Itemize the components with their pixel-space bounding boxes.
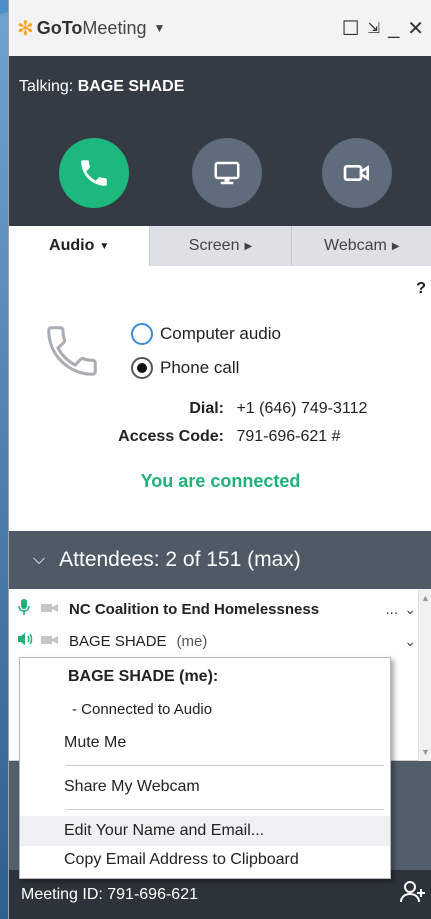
caret-down-icon[interactable]: ▼ (153, 21, 165, 35)
tab-audio[interactable]: Audio ▼ (9, 226, 151, 266)
title-bar: ✻ GoTo Meeting ▼ ☐ ⇲ _ ✕ (9, 0, 431, 56)
caret-right-icon: ▶ (391, 240, 400, 252)
scroll-down-icon[interactable]: ▼ (421, 747, 430, 757)
copy-email-item[interactable]: Copy Email Address to Clipboard (20, 851, 390, 869)
logo-meeting-text: Meeting (82, 17, 147, 38)
menu-audio-status: - Connected to Audio (72, 701, 213, 718)
gotomeeting-window: ✻ GoTo Meeting ▼ ☐ ⇲ _ ✕ Talking: BAGE S… (8, 0, 431, 919)
phone-call-option[interactable]: Phone call (131, 357, 239, 379)
app-logo[interactable]: ✻ GoTo Meeting ▼ (17, 16, 165, 41)
phone-handset-icon (47, 326, 97, 376)
list-item[interactable]: BAGE SHADE (me) ⌄ (9, 625, 431, 657)
camera-off-icon (41, 601, 63, 618)
ellipsis: ... (385, 600, 398, 618)
audio-panel: ? Computer audio Phone call Dial: +1 (64… (9, 266, 431, 531)
tab-webcam-label: Webcam (324, 237, 387, 254)
attendee-context-menu: BAGE SHADE (me): - Connected to Audio Mu… (19, 657, 391, 879)
access-code-label: Access Code: (118, 428, 224, 445)
menu-divider (66, 809, 384, 810)
dial-number: +1 (646) 749-3112 (236, 400, 368, 417)
chevron-down-icon[interactable]: ⌵ (33, 551, 45, 569)
computer-audio-radio[interactable] (131, 323, 153, 345)
menu-title: BAGE SHADE (me): (68, 668, 219, 685)
speaker-icon (17, 631, 37, 651)
chevron-down-icon[interactable]: ⌄ (404, 601, 416, 618)
computer-audio-option[interactable]: Computer audio (131, 323, 281, 345)
tab-audio-label: Audio (49, 237, 95, 254)
menu-divider (66, 765, 384, 766)
phone-call-radio[interactable] (131, 357, 153, 379)
talking-indicator: Talking: BAGE SHADE (19, 78, 184, 96)
share-webcam-item[interactable]: Share My Webcam (20, 778, 390, 796)
audio-button[interactable] (59, 138, 129, 208)
edit-name-email-item[interactable]: Edit Your Name and Email... (20, 816, 390, 846)
help-button[interactable]: ? (416, 280, 426, 298)
caret-down-icon: ▼ (99, 240, 110, 252)
logo-goto-text: GoTo (36, 17, 83, 38)
mode-tabs: Audio ▼ Screen ▶ Webcam ▶ (9, 226, 431, 266)
scroll-up-icon[interactable]: ▲ (421, 593, 430, 603)
access-code-value: 791-696-621 # (236, 428, 341, 445)
talking-name: BAGE SHADE (77, 78, 185, 95)
phone-call-label: Phone call (160, 358, 240, 377)
computer-audio-label: Computer audio (160, 324, 281, 343)
webcam-icon (343, 165, 369, 181)
attendee-name: BAGE SHADE (69, 632, 167, 650)
chevron-down-icon[interactable]: ⌄ (404, 633, 416, 650)
shrink-icon[interactable]: ⇲ (368, 19, 381, 37)
dial-label: Dial: (189, 400, 224, 417)
list-item[interactable]: NC Coalition to End Homelessness ... ⌄ (9, 593, 431, 625)
tab-screen-label: Screen (188, 237, 240, 254)
caret-right-icon: ▶ (244, 240, 253, 252)
maximize-icon[interactable]: ☐ (342, 16, 360, 41)
camera-off-icon (41, 633, 63, 650)
microphone-icon (17, 598, 37, 620)
screen-share-button[interactable] (192, 138, 262, 208)
window-edge (0, 0, 8, 919)
connection-status: You are connected (140, 471, 301, 491)
window-controls: ☐ ⇲ _ ✕ (342, 16, 424, 41)
attendees-count: Attendees: 2 of 151 (max) (59, 548, 301, 571)
close-icon[interactable]: ✕ (407, 16, 424, 41)
minimize-icon[interactable]: _ (388, 17, 399, 40)
webcam-button[interactable] (322, 138, 392, 208)
screen-share-icon (214, 161, 240, 185)
phone-icon (81, 160, 107, 186)
tab-screen[interactable]: Screen ▶ (150, 226, 292, 266)
me-tag: (me) (176, 632, 208, 650)
attendee-scrollbar[interactable]: ▲ ▼ (418, 589, 431, 761)
attendees-header[interactable]: ⌵ Attendees: 2 of 151 (max) (9, 531, 431, 589)
dial-info: Dial: +1 (646) 749-3112 (109, 400, 367, 418)
add-attendee-icon[interactable] (400, 880, 426, 909)
talking-label: Talking: (19, 78, 74, 95)
mute-me-item[interactable]: Mute Me (20, 734, 390, 752)
control-panel: Talking: BAGE SHADE (9, 56, 431, 226)
meeting-id: Meeting ID: 791-696-621 (21, 885, 198, 903)
tab-webcam[interactable]: Webcam ▶ (292, 226, 431, 266)
attendee-name: NC Coalition to End Homelessness (69, 600, 320, 618)
orange-flower-logo-icon: ✻ (17, 17, 34, 40)
access-code-info: Access Code: 791-696-621 # (109, 428, 341, 446)
